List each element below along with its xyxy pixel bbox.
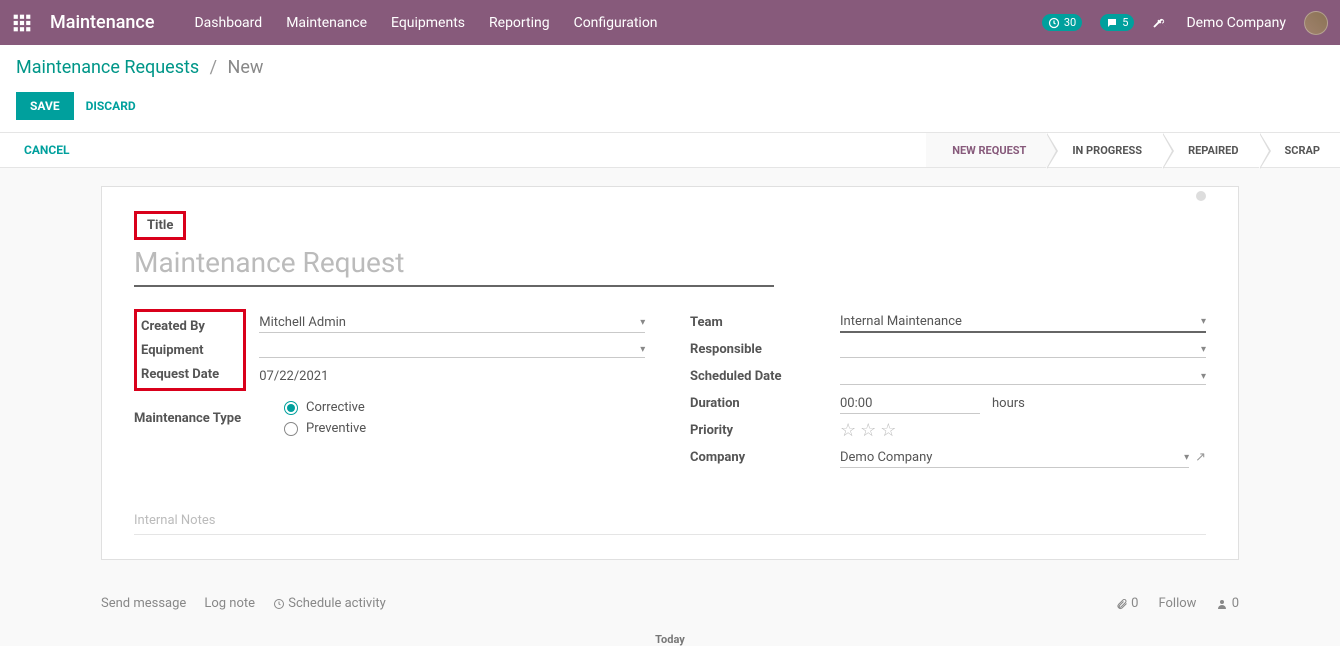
radio-corrective[interactable]: Corrective xyxy=(284,397,650,418)
breadcrumb-bar: Maintenance Requests / New xyxy=(0,45,1340,84)
messages-badge[interactable]: 5 xyxy=(1100,14,1134,31)
stage-repaired[interactable]: REPAIRED xyxy=(1162,133,1258,167)
label-request-date: Request Date xyxy=(141,367,219,382)
status-bar: CANCEL NEW REQUEST IN PROGRESS REPAIRED … xyxy=(0,132,1340,168)
messages-count: 5 xyxy=(1122,16,1128,29)
form-left-column: Created By Equipment Request Date Mitche… xyxy=(134,309,650,471)
stage-scrap[interactable]: SCRAP xyxy=(1259,133,1340,167)
schedule-activity-button[interactable]: Schedule activity xyxy=(273,596,386,611)
discard-button[interactable]: DISCARD xyxy=(86,99,136,113)
team-field[interactable]: Internal Maintenance ▾ xyxy=(840,312,1206,333)
attachments-button[interactable]: 0 xyxy=(1116,596,1139,611)
title-input[interactable] xyxy=(134,242,774,287)
nav-reporting[interactable]: Reporting xyxy=(489,15,550,31)
label-team: Team xyxy=(690,315,840,330)
star-icon[interactable]: ☆ xyxy=(860,420,876,441)
chatter-bar: Send message Log note Schedule activity … xyxy=(101,578,1239,629)
breadcrumb-parent[interactable]: Maintenance Requests xyxy=(16,57,199,78)
followers-button[interactable]: 0 xyxy=(1216,596,1239,611)
stage-new-request[interactable]: NEW REQUEST xyxy=(926,133,1046,167)
nav-equipments[interactable]: Equipments xyxy=(391,15,465,31)
label-responsible: Responsible xyxy=(690,342,840,357)
form-right-column: TeamInternal Maintenance ▾ Responsible ▾ S… xyxy=(690,309,1206,471)
caret-icon: ▾ xyxy=(1184,452,1189,463)
caret-icon: ▾ xyxy=(1201,344,1206,355)
label-priority: Priority xyxy=(690,423,840,438)
breadcrumb-separator: / xyxy=(210,57,217,78)
caret-icon: ▾ xyxy=(1201,371,1206,382)
nav-dashboard[interactable]: Dashboard xyxy=(194,15,262,31)
company-selector[interactable]: Demo Company xyxy=(1186,15,1286,31)
stage-in-progress[interactable]: IN PROGRESS xyxy=(1046,133,1162,167)
form-columns: Created By Equipment Request Date Mitche… xyxy=(134,309,1206,471)
team-value: Internal Maintenance xyxy=(840,314,962,329)
form-card: Title Created By Equipment Request Date … xyxy=(101,186,1239,560)
company-field[interactable]: Demo Company ▾ xyxy=(840,448,1189,468)
attachments-count: 0 xyxy=(1131,596,1138,611)
star-icon[interactable]: ☆ xyxy=(840,420,856,441)
duration-field[interactable]: 00:00 xyxy=(840,394,980,414)
nav-maintenance[interactable]: Maintenance xyxy=(286,15,367,31)
nav-right: 30 5 Demo Company xyxy=(1042,11,1328,35)
title-label: Title xyxy=(147,218,173,233)
created-by-field[interactable]: Mitchell Admin ▾ xyxy=(259,313,645,333)
debug-icon[interactable] xyxy=(1152,15,1168,31)
star-icon[interactable]: ☆ xyxy=(880,420,896,441)
internal-notes-input[interactable] xyxy=(134,507,1206,535)
activities-badge[interactable]: 30 xyxy=(1042,14,1082,31)
radio-preventive[interactable]: Preventive xyxy=(284,418,650,439)
chatter-right: 0 Follow 0 xyxy=(1116,596,1239,611)
scheduled-date-field[interactable]: ▾ xyxy=(840,369,1206,385)
send-message-button[interactable]: Send message xyxy=(101,596,186,611)
radio-preventive-label: Preventive xyxy=(306,421,366,436)
clock-icon xyxy=(1048,17,1060,29)
label-duration: Duration xyxy=(690,396,840,411)
log-note-button[interactable]: Log note xyxy=(204,596,255,611)
caret-icon: ▾ xyxy=(640,344,645,355)
followers-count: 0 xyxy=(1232,596,1239,611)
priority-stars: ☆☆☆ xyxy=(840,420,1206,441)
kanban-state[interactable] xyxy=(1196,191,1206,201)
label-created-by: Created By xyxy=(141,319,205,334)
responsible-field[interactable]: ▾ xyxy=(840,342,1206,358)
label-equipment: Equipment xyxy=(141,343,204,358)
equipment-field[interactable]: ▾ xyxy=(259,342,645,358)
action-row: SAVE DISCARD xyxy=(0,84,1340,132)
save-button[interactable]: SAVE xyxy=(16,92,74,120)
left-labels-highlight: Created By Equipment Request Date xyxy=(134,309,246,391)
label-scheduled-date: Scheduled Date xyxy=(690,369,840,384)
clock-icon xyxy=(273,598,285,610)
user-avatar[interactable] xyxy=(1304,11,1328,35)
duration-unit: hours xyxy=(992,396,1025,411)
chat-icon xyxy=(1106,17,1118,29)
radio-dot-icon xyxy=(284,422,298,436)
paperclip-icon xyxy=(1116,598,1128,610)
radio-dot-icon xyxy=(284,401,298,415)
caret-icon: ▾ xyxy=(640,317,645,328)
breadcrumb-current: New xyxy=(228,57,264,78)
form-wrap: Title Created By Equipment Request Date … xyxy=(0,168,1340,578)
request-date-value: 07/22/2021 xyxy=(259,369,645,384)
caret-icon: ▾ xyxy=(1201,316,1206,327)
title-label-highlight: Title xyxy=(134,211,186,240)
company-value: Demo Company xyxy=(840,450,932,465)
breadcrumb: Maintenance Requests / New xyxy=(16,57,1324,78)
follow-button[interactable]: Follow xyxy=(1158,596,1196,611)
nav-configuration[interactable]: Configuration xyxy=(574,15,658,31)
apps-icon[interactable] xyxy=(12,13,32,33)
top-bar: Maintenance Dashboard Maintenance Equipm… xyxy=(0,0,1340,45)
radio-corrective-label: Corrective xyxy=(306,400,365,415)
schedule-activity-label: Schedule activity xyxy=(288,596,386,611)
label-maintenance-type: Maintenance Type xyxy=(134,411,284,426)
external-link-icon[interactable]: ↗ xyxy=(1195,450,1206,465)
created-by-value: Mitchell Admin xyxy=(259,315,346,330)
nav-items: Dashboard Maintenance Equipments Reporti… xyxy=(194,15,657,31)
cancel-button[interactable]: CANCEL xyxy=(24,143,69,157)
stage-bar: NEW REQUEST IN PROGRESS REPAIRED SCRAP xyxy=(926,133,1340,167)
today-label: Today xyxy=(0,633,1340,646)
activities-count: 30 xyxy=(1064,16,1076,29)
user-icon xyxy=(1216,598,1228,610)
app-title: Maintenance xyxy=(50,12,154,33)
label-company: Company xyxy=(690,450,840,465)
